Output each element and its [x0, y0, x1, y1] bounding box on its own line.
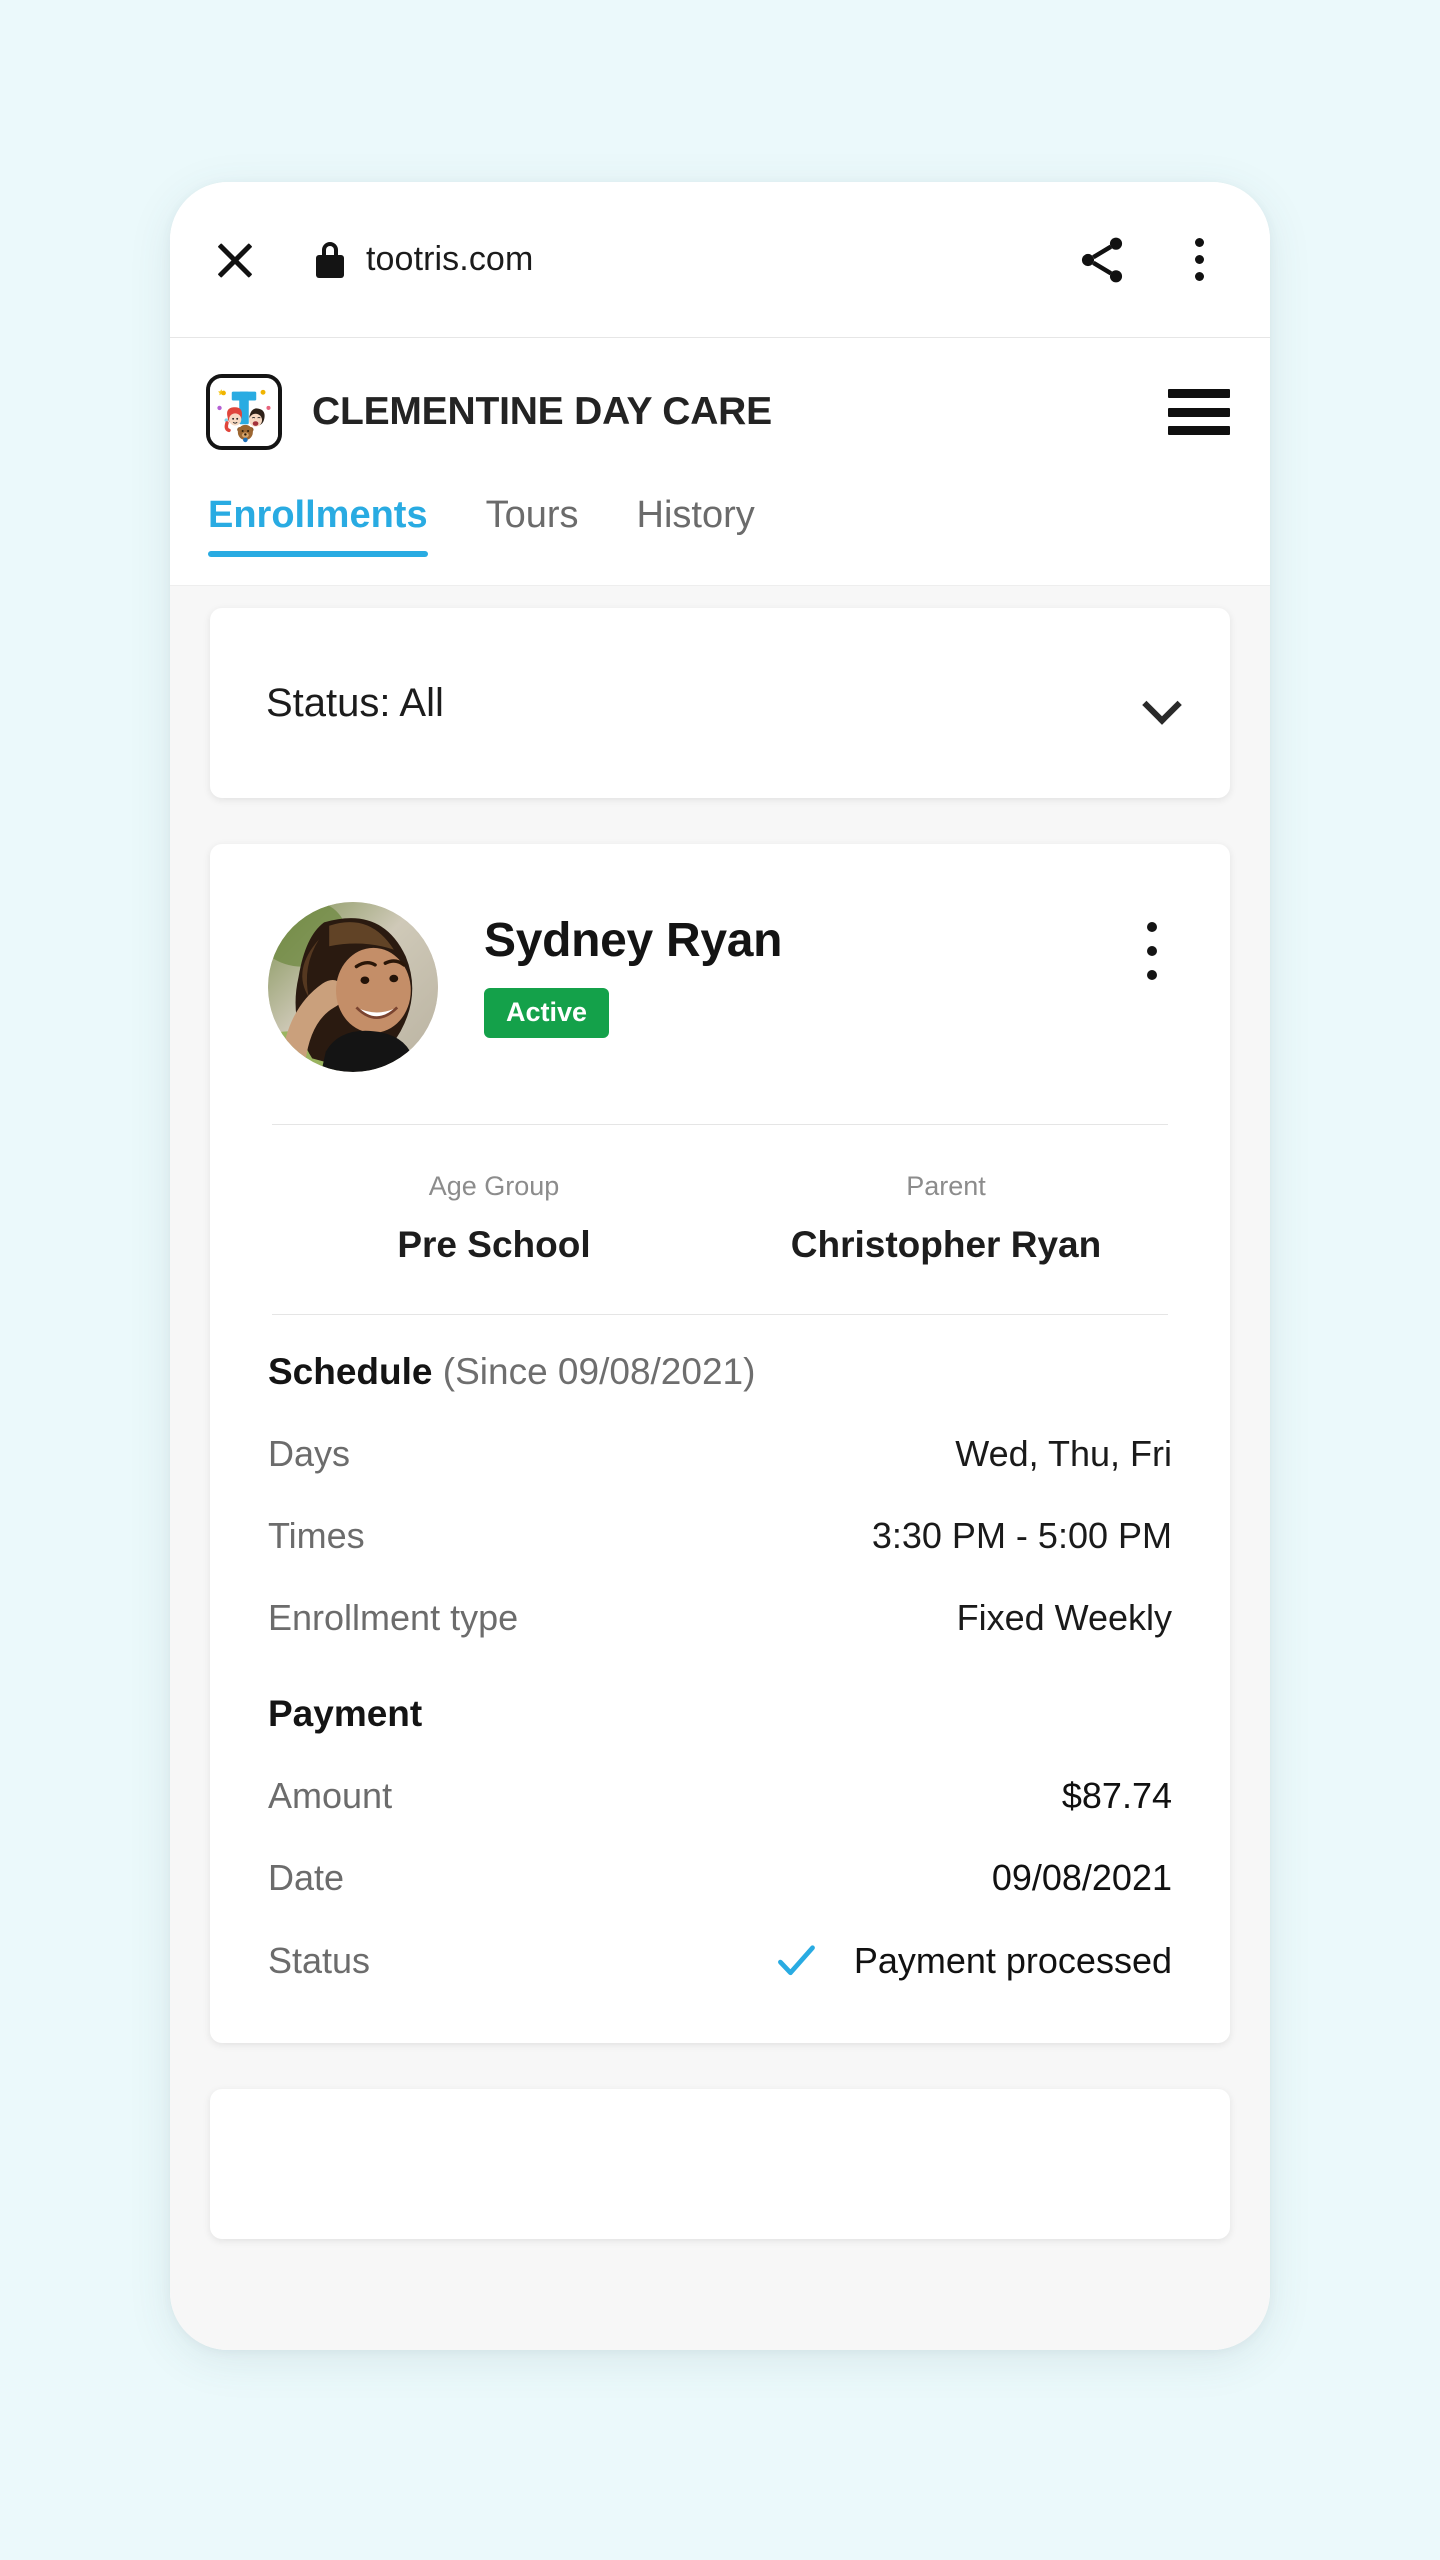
- payment-title: Payment: [268, 1693, 423, 1734]
- lock-icon: [316, 241, 344, 278]
- schedule-row-days: Days Wed, Thu, Fri: [268, 1433, 1172, 1475]
- schedule-title: Schedule (Since 09/08/2021): [268, 1351, 1172, 1393]
- checkmark-icon: [774, 1939, 818, 1983]
- schedule-since: (Since 09/08/2021): [442, 1351, 756, 1392]
- age-group-cell: Age Group Pre School: [268, 1171, 720, 1266]
- enrollment-card: Sydney Ryan Active Age Group Pre School …: [210, 844, 1230, 2043]
- date-label: Date: [268, 1857, 345, 1898]
- child-info: Sydney Ryan Active: [484, 902, 1132, 1039]
- phone-frame: tootris.com CLEMENTINE DAY CARE Enrollme…: [170, 182, 1270, 2350]
- browser-toolbar: tootris.com: [170, 182, 1270, 338]
- url-text[interactable]: tootris.com: [366, 240, 533, 279]
- age-group-label: Age Group: [428, 1171, 560, 1201]
- details-row: Age Group Pre School Parent Christopher …: [268, 1125, 1172, 1314]
- status-badge: Active: [484, 988, 610, 1039]
- close-icon[interactable]: [210, 235, 260, 285]
- app-header: CLEMENTINE DAY CARE: [170, 338, 1270, 486]
- schedule-section: Schedule (Since 09/08/2021) Days Wed, Th…: [268, 1315, 1172, 1639]
- status-filter-label: Status: All: [266, 680, 444, 725]
- times-value: 3:30 PM - 5:00 PM: [871, 1515, 1172, 1556]
- child-name: Sydney Ryan: [484, 914, 783, 967]
- browser-menu-icon[interactable]: [1176, 232, 1222, 288]
- enrollment-type-label: Enrollment type: [268, 1597, 519, 1638]
- date-value: 09/08/2021: [991, 1857, 1172, 1898]
- amount-label: Amount: [268, 1775, 393, 1816]
- payment-row-status: Status Payment processed: [268, 1939, 1172, 1983]
- payment-status-label: Status: [268, 1940, 371, 1981]
- page-title: CLEMENTINE DAY CARE: [312, 390, 772, 433]
- schedule-row-enrollment-type: Enrollment type Fixed Weekly: [268, 1597, 1172, 1639]
- enrollment-card-next[interactable]: [210, 2089, 1230, 2239]
- parent-value: Christopher Ryan: [790, 1224, 1102, 1265]
- payment-status-value: Payment processed: [853, 1940, 1172, 1981]
- hamburger-menu-icon[interactable]: [1168, 389, 1230, 435]
- age-group-value: Pre School: [397, 1224, 591, 1265]
- tab-history[interactable]: History: [637, 494, 755, 557]
- child-header-row: Sydney Ryan Active: [268, 902, 1172, 1072]
- payment-section: Payment Amount $87.74 Date 09/08/2021 St…: [268, 1639, 1172, 1983]
- avatar: [268, 902, 438, 1072]
- parent-cell: Parent Christopher Ryan: [720, 1171, 1172, 1266]
- tab-bar: Enrollments Tours History: [170, 486, 1270, 586]
- payment-status-wrap: Payment processed: [774, 1939, 1172, 1983]
- amount-value: $87.74: [1061, 1775, 1172, 1816]
- share-icon[interactable]: [1074, 232, 1130, 288]
- days-value: Wed, Thu, Fri: [955, 1433, 1172, 1474]
- card-menu-icon[interactable]: [1132, 922, 1172, 980]
- chevron-down-icon[interactable]: [1142, 691, 1180, 715]
- days-label: Days: [268, 1433, 351, 1474]
- tab-tours[interactable]: Tours: [486, 494, 579, 557]
- payment-row-amount: Amount $87.74: [268, 1775, 1172, 1817]
- schedule-row-times: Times 3:30 PM - 5:00 PM: [268, 1515, 1172, 1557]
- tootris-logo-icon[interactable]: [206, 374, 282, 450]
- payment-row-date: Date 09/08/2021: [268, 1857, 1172, 1899]
- tab-enrollments[interactable]: Enrollments: [208, 494, 428, 557]
- enrollment-type-value: Fixed Weekly: [956, 1597, 1172, 1638]
- content-scroll-area[interactable]: Status: All Sydney Ryan Active Age Group…: [170, 586, 1270, 2350]
- times-label: Times: [268, 1515, 365, 1556]
- schedule-title-text: Schedule: [268, 1351, 433, 1392]
- status-filter-dropdown[interactable]: Status: All: [210, 608, 1230, 798]
- parent-label: Parent: [906, 1171, 986, 1201]
